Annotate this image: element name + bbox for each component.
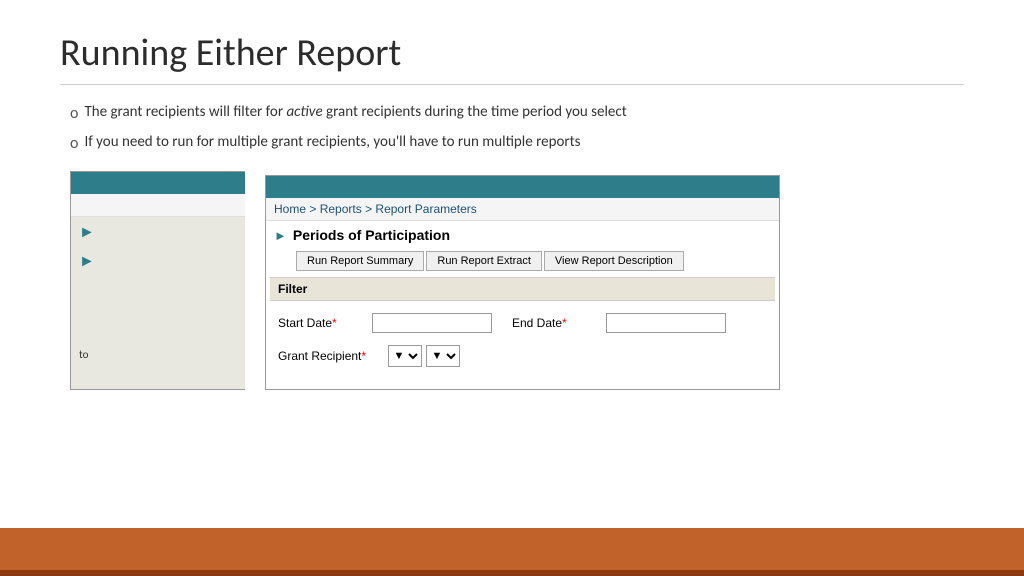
scr-section-title-row: ► Periods of Participation	[266, 221, 779, 249]
run-summary-button[interactable]: Run Report Summary	[296, 251, 424, 271]
end-date-input[interactable]	[606, 313, 726, 333]
breadcrumb-current: Report Parameters	[375, 202, 476, 216]
run-extract-button[interactable]: Run Report Extract	[426, 251, 542, 271]
grant-recipient-select-2[interactable]: ▼	[426, 345, 460, 367]
grant-required: *	[361, 349, 366, 363]
scr-buttons-row: Run Report Summary Run Report Extract Vi…	[266, 249, 779, 275]
grant-recipient-row: Grant Recipient* ▼ ▼	[278, 345, 767, 367]
bullet-list: o The grant recipients will filter for a…	[70, 103, 964, 153]
scr-breadcrumb: Home > Reports > Report Parameters	[266, 198, 779, 221]
screenshot-main: Home > Reports > Report Parameters ► Per…	[265, 175, 780, 390]
start-date-input[interactable]	[372, 313, 492, 333]
grant-recipient-selects: ▼ ▼	[388, 345, 460, 367]
start-date-required: *	[332, 316, 337, 330]
bottom-bar	[0, 528, 1024, 576]
content-area: Running Either Report o The grant recipi…	[0, 0, 1024, 528]
sidebar-breadcrumb-space	[71, 194, 245, 217]
bullet-item-1: o The grant recipients will filter for a…	[70, 103, 964, 123]
scr-form: Start Date* End Date*	[266, 303, 779, 389]
scr-section-title: Periods of Participation	[293, 227, 450, 243]
bottom-bar-accent	[0, 570, 1024, 576]
screenshot-wrapper: ► ► to Home > Reports > Report Parameter…	[70, 171, 964, 390]
scr-header-bar	[266, 176, 779, 198]
slide-title: Running Either Report	[60, 30, 964, 85]
view-description-button[interactable]: View Report Description	[544, 251, 684, 271]
sidebar-arrow-2: ►	[79, 252, 95, 271]
end-date-required: *	[562, 316, 567, 330]
bullet-text-1: The grant recipients will filter for act…	[84, 103, 626, 121]
bullet-item-2: o If you need to run for multiple grant …	[70, 133, 964, 153]
start-date-label: Start Date*	[278, 316, 368, 330]
sidebar-header-bar	[71, 172, 245, 194]
slide: Running Either Report o The grant recipi…	[0, 0, 1024, 576]
section-expand-arrow[interactable]: ►	[274, 228, 287, 243]
breadcrumb-home[interactable]: Home	[274, 202, 306, 216]
grant-recipient-select-1[interactable]: ▼	[388, 345, 422, 367]
bullet-dot-1: o	[70, 104, 78, 123]
left-sidebar: ► ► to	[70, 171, 245, 390]
end-date-label: End Date*	[512, 316, 602, 330]
bullet-text-2: If you need to run for multiple grant re…	[84, 133, 580, 151]
breadcrumb-sep1: >	[306, 202, 320, 216]
breadcrumb-sep2: >	[362, 202, 376, 216]
sidebar-arrow-row1: ►	[71, 217, 245, 248]
bullet-dot-2: o	[70, 134, 78, 153]
date-row: Start Date* End Date*	[278, 313, 767, 333]
to-label: to	[79, 348, 88, 361]
sidebar-arrow-row2: ►	[71, 248, 245, 275]
grant-recipient-label: Grant Recipient*	[278, 349, 368, 363]
sidebar-arrow-1: ►	[79, 223, 95, 242]
start-date-group: Start Date*	[278, 313, 492, 333]
breadcrumb-reports[interactable]: Reports	[320, 202, 362, 216]
end-date-group: End Date*	[512, 313, 726, 333]
scr-filter-header: Filter	[270, 277, 775, 301]
